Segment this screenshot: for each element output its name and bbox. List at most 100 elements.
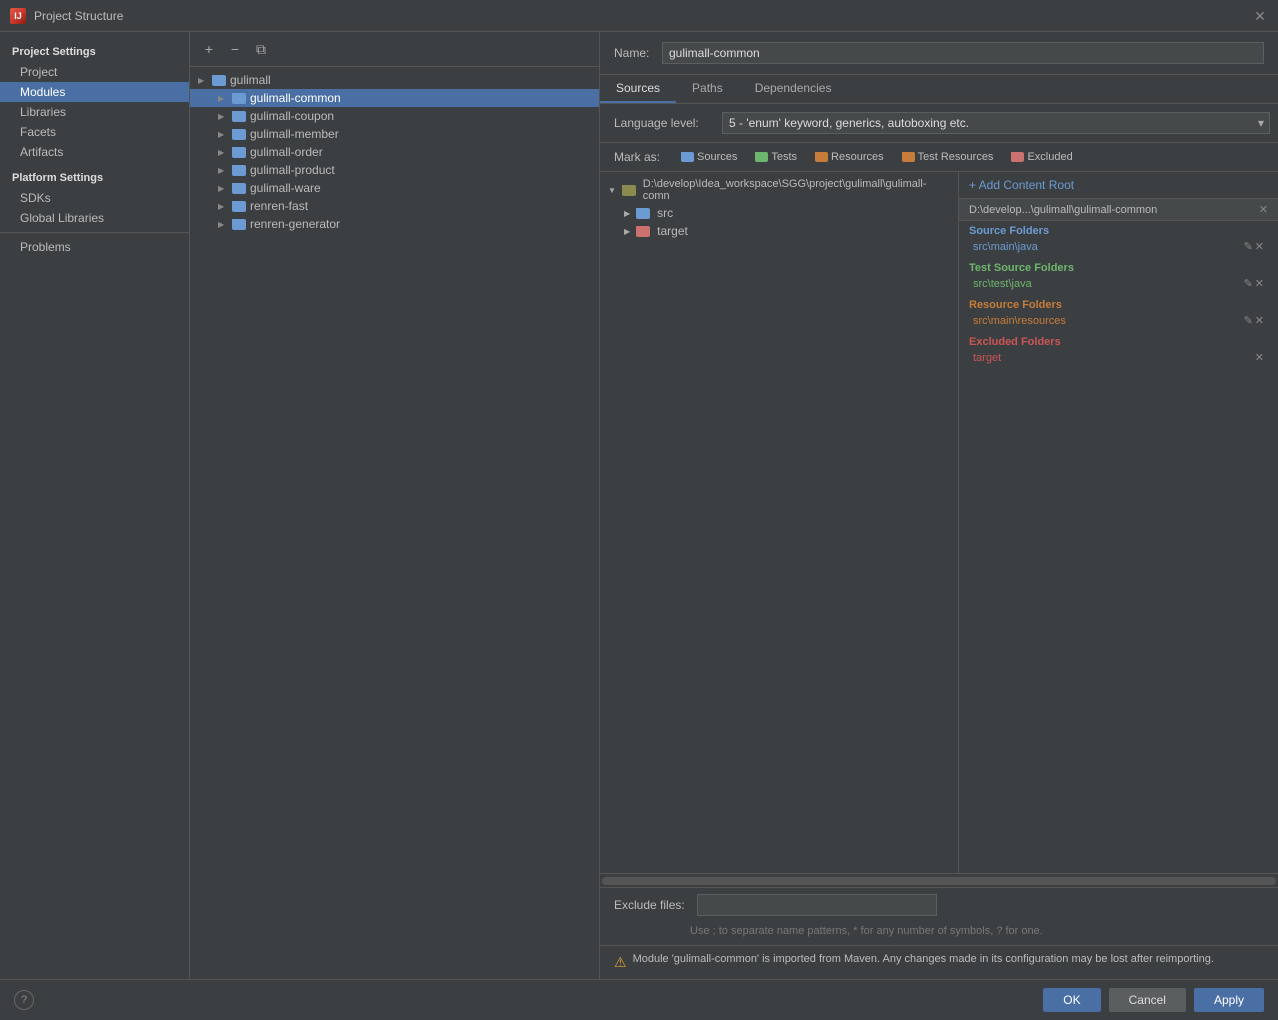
sidebar-item-sdks[interactable]: SDKs: [0, 188, 189, 208]
mark-as-row: Mark as: Sources Tests Resources: [600, 143, 1278, 172]
exclude-files-input[interactable]: [697, 894, 937, 916]
tab-sources[interactable]: Sources: [600, 75, 676, 103]
excluded-folder-icon: [1011, 152, 1024, 162]
scrollbar-track: [602, 877, 1276, 885]
mark-test-resources-button[interactable]: Test Resources: [896, 149, 1000, 165]
roots-path-header: D:\develop...\gulimall\gulimall-common ✕: [959, 199, 1278, 221]
remove-excluded-icon[interactable]: ✕: [1255, 351, 1264, 364]
sidebar-item-project[interactable]: Project: [0, 62, 189, 82]
add-module-button[interactable]: +: [198, 38, 220, 60]
module-label: gulimall-coupon: [250, 109, 334, 123]
tree-item-renren-fast[interactable]: ▶ renren-fast: [190, 197, 599, 215]
warning-text: Module 'gulimall-common' is imported fro…: [633, 952, 1214, 967]
edit-source-icon[interactable]: ✎: [1244, 240, 1253, 253]
source-folders-section: Source Folders src\main\java ✎ ✕: [959, 221, 1278, 258]
project-structure-dialog: IJ Project Structure ✕ Project Settings …: [0, 0, 1278, 1020]
name-label: Name:: [614, 46, 654, 60]
ok-button[interactable]: OK: [1043, 988, 1100, 1012]
mark-resources-button[interactable]: Resources: [809, 149, 890, 165]
language-level-select[interactable]: 5 - 'enum' keyword, generics, autoboxing…: [722, 112, 1270, 134]
content-area: ▼ D:\develop\Idea_workspace\SGG\project\…: [600, 172, 1278, 873]
tab-dependencies[interactable]: Dependencies: [739, 75, 848, 103]
module-config-panel: Name: Sources Paths Dependencies Languag…: [600, 32, 1278, 979]
module-label: gulimall-product: [250, 163, 335, 177]
file-tree-area: ▼ D:\develop\Idea_workspace\SGG\project\…: [600, 172, 958, 873]
remove-resource-icon[interactable]: ✕: [1255, 314, 1264, 327]
close-button[interactable]: ✕: [1252, 8, 1268, 24]
folder-icon: [232, 93, 246, 104]
source-folders-title: Source Folders: [969, 225, 1268, 237]
sources-folder-icon: [681, 152, 694, 162]
sidebar-item-modules[interactable]: Modules: [0, 82, 189, 102]
app-icon: IJ: [10, 8, 26, 24]
edit-resource-icon[interactable]: ✎: [1244, 314, 1253, 327]
module-toolbar: + − ⧉: [190, 32, 599, 67]
mark-excluded-button[interactable]: Excluded: [1005, 149, 1078, 165]
excluded-folders-section: Excluded Folders target ✕: [959, 332, 1278, 369]
expand-arrow: ▶: [218, 202, 228, 211]
cancel-button[interactable]: Cancel: [1109, 988, 1186, 1012]
exclude-files-label: Exclude files:: [614, 898, 689, 912]
apply-button[interactable]: Apply: [1194, 988, 1264, 1012]
expand-arrow: ▶: [218, 166, 228, 175]
sidebar-item-artifacts[interactable]: Artifacts: [0, 142, 189, 162]
help-button[interactable]: ?: [14, 990, 34, 1010]
sidebar-item-global-libraries[interactable]: Global Libraries: [0, 208, 189, 228]
tree-item-gulimall-product[interactable]: ▶ gulimall-product: [190, 161, 599, 179]
tree-item-gulimall-common[interactable]: ▶ gulimall-common: [190, 89, 599, 107]
edit-test-icon[interactable]: ✎: [1244, 277, 1253, 290]
action-buttons: OK Cancel Apply: [1043, 988, 1264, 1012]
tree-item-gulimall-order[interactable]: ▶ gulimall-order: [190, 143, 599, 161]
horizontal-scrollbar[interactable]: [600, 873, 1278, 887]
folder-icon: [232, 219, 246, 230]
expand-arrow: ▶: [218, 112, 228, 121]
mark-sources-button[interactable]: Sources: [675, 149, 743, 165]
expand-arrow: ▶: [218, 148, 228, 157]
sidebar: Project Settings Project Modules Librari…: [0, 32, 190, 979]
name-row: Name:: [600, 32, 1278, 75]
collapse-arrow: ▼: [608, 186, 616, 195]
tree-item-gulimall[interactable]: ▶ gulimall: [190, 71, 599, 89]
test-source-path-label: src\test\java: [973, 278, 1032, 290]
add-content-root-button[interactable]: + Add Content Root: [959, 172, 1278, 199]
file-tree-target[interactable]: ▶ target: [600, 222, 958, 240]
src-folder-icon: [636, 208, 650, 219]
tree-item-gulimall-coupon[interactable]: ▶ gulimall-coupon: [190, 107, 599, 125]
expand-arrow: ▶: [624, 227, 630, 236]
file-tree-root[interactable]: ▼ D:\develop\Idea_workspace\SGG\project\…: [600, 176, 958, 204]
folder-icon: [232, 183, 246, 194]
remove-source-icon[interactable]: ✕: [1255, 240, 1264, 253]
sidebar-item-libraries[interactable]: Libraries: [0, 102, 189, 122]
tab-paths[interactable]: Paths: [676, 75, 739, 103]
resource-folders-title: Resource Folders: [969, 299, 1268, 311]
close-root-icon[interactable]: ✕: [1259, 203, 1268, 216]
remove-module-button[interactable]: −: [224, 38, 246, 60]
test-source-folders-title: Test Source Folders: [969, 262, 1268, 274]
tree-item-renren-generator[interactable]: ▶ renren-generator: [190, 215, 599, 233]
expand-arrow: ▶: [624, 209, 630, 218]
module-tree: ▶ gulimall ▶ gulimall-common ▶ gulimall-…: [190, 67, 599, 979]
sidebar-item-problems[interactable]: Problems: [0, 237, 189, 257]
target-folder-icon: [636, 226, 650, 237]
source-item-actions: ✎ ✕: [1244, 240, 1264, 253]
module-name-input[interactable]: [662, 42, 1264, 64]
expand-arrow: ▶: [218, 220, 228, 229]
module-label: gulimall-ware: [250, 181, 321, 195]
resource-folder-item-0: src\main\resources ✎ ✕: [969, 313, 1268, 328]
target-label: target: [657, 224, 688, 238]
copy-module-button[interactable]: ⧉: [250, 38, 272, 60]
remove-test-icon[interactable]: ✕: [1255, 277, 1264, 290]
mark-tests-button[interactable]: Tests: [749, 149, 803, 165]
mark-as-label: Mark as:: [614, 150, 669, 164]
exclude-files-row: Exclude files:: [600, 887, 1278, 922]
sidebar-item-facets[interactable]: Facets: [0, 122, 189, 142]
test-source-folders-section: Test Source Folders src\test\java ✎ ✕: [959, 258, 1278, 295]
tree-item-gulimall-ware[interactable]: ▶ gulimall-ware: [190, 179, 599, 197]
excluded-folders-title: Excluded Folders: [969, 336, 1268, 348]
folder-icon: [232, 111, 246, 122]
excluded-item-actions: ✕: [1255, 351, 1264, 364]
tree-item-gulimall-member[interactable]: ▶ gulimall-member: [190, 125, 599, 143]
test-resources-folder-icon: [902, 152, 915, 162]
folder-icon: [212, 75, 226, 86]
file-tree-src[interactable]: ▶ src: [600, 204, 958, 222]
